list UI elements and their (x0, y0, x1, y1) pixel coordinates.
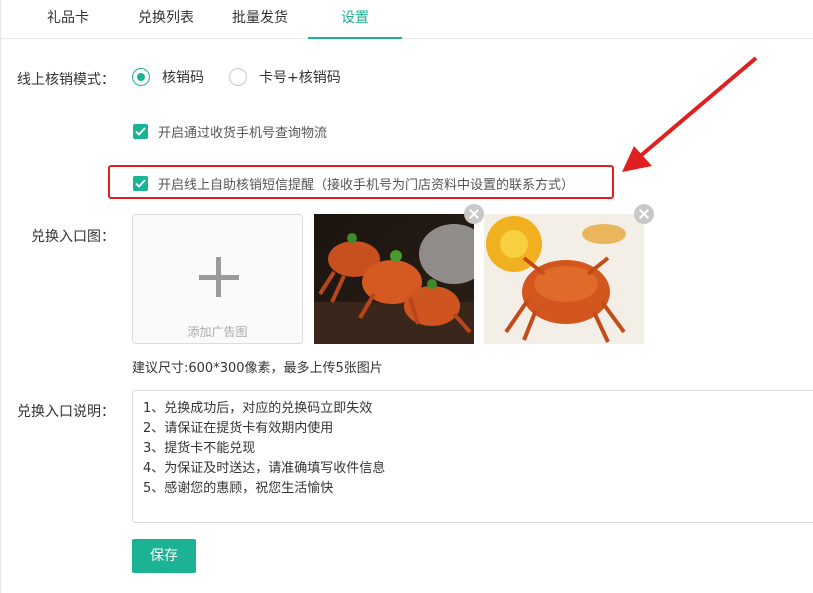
crab-photo-1 (314, 214, 474, 344)
radio-label: 核销码 (162, 70, 204, 86)
desc-line: 1、兑换成功后，对应的兑换码立即失效 (143, 401, 373, 416)
tab-redeem-list[interactable]: 兑换列表 (124, 0, 208, 38)
tab-batch-ship[interactable]: 批量发货 (218, 0, 302, 38)
desc-line: 5、感谢您的惠顾，祝您生活愉快 (143, 481, 334, 496)
checkbox-checked-icon (133, 176, 148, 191)
entry-desc-label: 兑换入口说明： (17, 404, 115, 420)
radio-verify-code[interactable]: 核销码 (132, 67, 204, 87)
checkbox-logistics-query[interactable]: 开启通过收货手机号查询物流 (133, 122, 327, 141)
checkbox-sms-reminder[interactable]: 开启线上自助核销短信提醒（接收手机号为门店资料中设置的联系方式） (133, 174, 574, 193)
desc-line: 2、请保证在提货卡有效期内使用 (143, 421, 334, 436)
entry-desc-textarea[interactable]: 1、兑换成功后，对应的兑换码立即失效 2、请保证在提货卡有效期内使用 3、提货卡… (132, 390, 813, 523)
radio-checked-icon (132, 68, 150, 86)
delete-image-2-icon[interactable] (634, 204, 654, 224)
red-arrow-annotation (622, 56, 758, 172)
delete-image-1-icon[interactable] (464, 204, 484, 224)
verify-mode-label: 线上核销模式： (17, 72, 115, 88)
tab-gift-card[interactable]: 礼品卡 (36, 0, 100, 38)
radio-unchecked-icon (229, 68, 247, 86)
tab-settings[interactable]: 设置 (308, 0, 402, 39)
save-button[interactable]: 保存 (132, 539, 196, 573)
entry-image-label: 兑换入口图： (31, 229, 115, 245)
add-image-label: 添加广告图 (187, 325, 248, 339)
crab-photo-2 (484, 214, 644, 344)
checkbox-label: 开启通过收货手机号查询物流 (158, 126, 328, 141)
add-image-button[interactable]: 添加广告图 (132, 214, 303, 344)
entry-image-1 (314, 214, 474, 344)
radio-label: 卡号+核销码 (259, 70, 341, 86)
left-border (0, 0, 1, 593)
entry-image-2 (484, 214, 644, 344)
radio-card-and-code[interactable]: 卡号+核销码 (229, 67, 341, 87)
checkbox-label: 开启线上自助核销短信提醒（接收手机号为门店资料中设置的联系方式） (158, 178, 575, 193)
image-size-hint: 建议尺寸:600*300像素，最多上传5张图片 (132, 361, 383, 376)
plus-icon-vertical (216, 257, 221, 297)
desc-line: 4、为保证及时送达，请准确填写收件信息 (143, 461, 386, 476)
checkbox-checked-icon (133, 124, 148, 139)
desc-line: 3、提货卡不能兑现 (143, 441, 256, 456)
tab-bar: 礼品卡 兑换列表 批量发货 设置 (0, 0, 813, 39)
